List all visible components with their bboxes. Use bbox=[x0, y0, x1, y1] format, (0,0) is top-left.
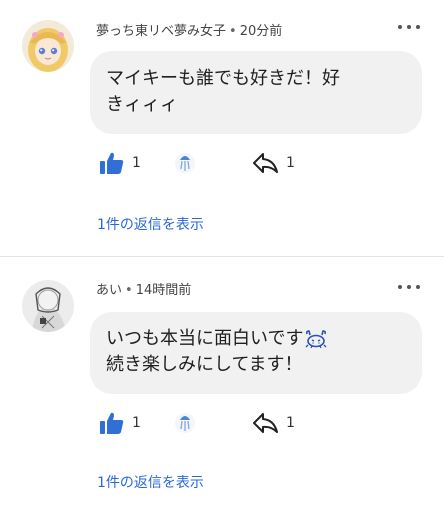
crying-crab-emoji-icon bbox=[306, 330, 327, 348]
avatar[interactable] bbox=[22, 280, 74, 332]
like-button[interactable]: 1 bbox=[100, 152, 141, 174]
reply-arrow-icon bbox=[253, 413, 278, 433]
comment-2: あい • 14時間前 いつも本当に面白いです 続き楽しみにしてます！ 1 1 1… bbox=[0, 260, 444, 512]
comment-bubble: いつも本当に面白いです 続き楽しみにしてます！ bbox=[90, 312, 422, 394]
jellyfish-reaction-icon bbox=[175, 413, 195, 433]
jellyfish-reaction-icon bbox=[175, 153, 195, 173]
reply-button[interactable]: 1 bbox=[252, 412, 295, 434]
author-name[interactable]: あい bbox=[96, 283, 122, 298]
reply-arrow-icon bbox=[253, 153, 278, 173]
thumbs-up-icon bbox=[100, 152, 124, 174]
reaction-button[interactable] bbox=[174, 410, 196, 436]
author-name[interactable]: 夢っち東リベ夢み女子 bbox=[96, 24, 226, 39]
comment-actions: 1 1 bbox=[100, 152, 400, 176]
avatar[interactable] bbox=[22, 20, 74, 72]
like-count: 1 bbox=[132, 415, 141, 431]
reply-button[interactable]: 1 bbox=[252, 152, 295, 174]
comment-meta: 夢っち東リベ夢み女子 • 20分前 bbox=[96, 20, 282, 39]
more-options-icon[interactable] bbox=[398, 20, 420, 34]
meta-separator: • bbox=[229, 24, 237, 39]
comment-1: 夢っち東リベ夢み女子•20分前 マイキーも誰でも好きだ！好 きィィィ 1 1 bbox=[0, 0, 444, 255]
timestamp: 14時間前 bbox=[135, 283, 192, 298]
view-replies-link[interactable]: 1件の返信を表示 bbox=[97, 472, 204, 492]
reply-count: 1 bbox=[286, 415, 295, 431]
comment-meta: あい • 14時間前 bbox=[96, 279, 191, 298]
thumbs-up-icon bbox=[100, 412, 124, 434]
comment-text-line: きィィィ bbox=[106, 94, 178, 115]
comment-text-line: 続き楽しみにしてます！ bbox=[106, 354, 303, 375]
comment-divider bbox=[0, 256, 444, 257]
comment-text-line-wrap: いつも本当に面白いです bbox=[106, 326, 406, 352]
comment-text-line: いつも本当に面白いです bbox=[106, 328, 304, 349]
reply-count: 1 bbox=[286, 155, 295, 171]
like-button[interactable]: 1 bbox=[100, 412, 141, 434]
view-replies-link[interactable]: 1件の返信を表示 bbox=[97, 214, 204, 234]
like-count: 1 bbox=[132, 155, 141, 171]
reaction-button[interactable] bbox=[174, 150, 196, 176]
timestamp: 20分前 bbox=[239, 24, 283, 39]
comment-bubble: マイキーも誰でも好きだ！好 きィィィ bbox=[90, 51, 422, 134]
comment-actions: 1 1 bbox=[100, 412, 400, 436]
comment-text-line: マイキーも誰でも好きだ！好 bbox=[106, 68, 340, 89]
more-options-icon[interactable] bbox=[398, 280, 420, 294]
meta-separator: • bbox=[125, 283, 133, 298]
